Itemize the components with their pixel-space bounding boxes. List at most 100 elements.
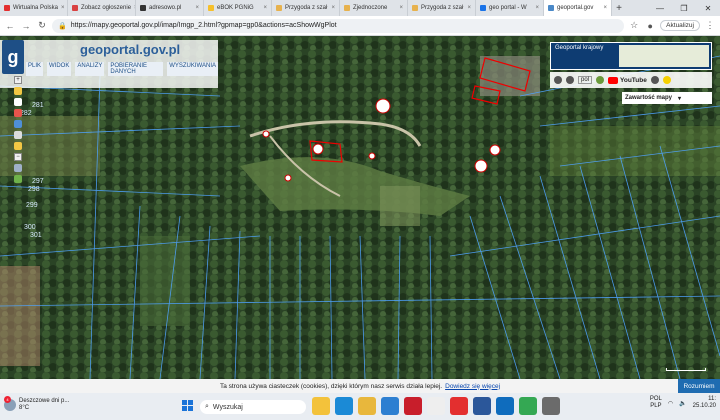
- profile-icon[interactable]: ●: [644, 20, 656, 32]
- geoportal-menu: PLIK WIDOK ANALIZY POBIERANIE DANYCH WYS…: [26, 62, 218, 76]
- minimize-icon[interactable]: —: [648, 0, 672, 16]
- word-app-icon[interactable]: [473, 397, 491, 415]
- browser-tab[interactable]: Wirtualna Polska ×: [0, 0, 68, 16]
- browser-tab[interactable]: geo portal - W ×: [476, 0, 544, 16]
- parcel-number: 300: [24, 224, 36, 231]
- forward-icon[interactable]: →: [20, 20, 32, 32]
- taskbar-search[interactable]: ⌕ Wyszukaj: [200, 400, 306, 414]
- geoportal-header: g geoportal.gov.pl PLIK WIDOK ANALIZY PO…: [0, 40, 218, 88]
- zoom-out-button[interactable]: −: [14, 153, 22, 161]
- more-icon[interactable]: ⋮: [704, 20, 716, 32]
- favicon-icon: [72, 5, 78, 11]
- outlook-icon[interactable]: [496, 397, 514, 415]
- url-field[interactable]: 🔒 https://mapy.geoportal.gov.pl/imap/Img…: [52, 18, 625, 33]
- star-icon[interactable]: ☆: [628, 20, 640, 32]
- eye-icon[interactable]: [662, 76, 671, 84]
- favicon-icon: [4, 5, 10, 11]
- menu-widok[interactable]: WIDOK: [47, 62, 72, 76]
- help-icon[interactable]: [650, 76, 659, 84]
- browser-tab[interactable]: Przygoda z szał ×: [272, 0, 340, 16]
- settings-icon[interactable]: [542, 397, 560, 415]
- pan-icon[interactable]: [14, 87, 22, 95]
- cookie-accept-button[interactable]: Rozumiem: [678, 379, 720, 393]
- zoom-in-button[interactable]: +: [14, 76, 22, 84]
- maximize-icon[interactable]: ❐: [672, 0, 696, 16]
- close-icon[interactable]: ×: [467, 5, 471, 11]
- krajowy-title: Geoportal krajowy: [555, 45, 604, 51]
- measure-icon[interactable]: [14, 109, 22, 117]
- scale-bar: [666, 368, 706, 371]
- close-icon[interactable]: ×: [331, 5, 335, 11]
- favicon-icon: [276, 5, 282, 11]
- browser-tab[interactable]: adresowo.pl ×: [136, 0, 204, 16]
- clock[interactable]: 11: 25.10.20: [693, 396, 716, 410]
- menu-plik[interactable]: PLIK: [26, 62, 44, 76]
- parcel-number: 301: [30, 232, 42, 239]
- geoportal-logo-icon: g: [2, 40, 24, 74]
- favicon-icon: [548, 5, 554, 11]
- close-icon[interactable]: ×: [603, 5, 607, 11]
- cookie-link[interactable]: Dowiedz się więcej: [445, 383, 500, 390]
- word-icon[interactable]: [427, 397, 445, 415]
- wifi-icon[interactable]: ◠: [668, 400, 673, 407]
- update-button[interactable]: Aktualizuj: [660, 20, 700, 31]
- map-toolbar: + −: [14, 76, 24, 183]
- browser-tab[interactable]: Zobacz ogłoszenie×: [68, 0, 136, 16]
- back-icon[interactable]: ←: [4, 20, 16, 32]
- close-icon[interactable]: ×: [61, 5, 65, 11]
- map-view[interactable]: 281 282 297 298 299 300 301 g geoportal.…: [0, 36, 720, 379]
- area-icon[interactable]: [14, 120, 22, 128]
- map-content-button[interactable]: Zawartość mapy ▾: [622, 92, 712, 104]
- close-icon[interactable]: ×: [535, 5, 539, 11]
- home-icon[interactable]: [14, 142, 22, 150]
- menu-wyszukiwania[interactable]: WYSZUKIWANIA: [167, 62, 218, 76]
- files-icon[interactable]: [312, 397, 330, 415]
- weather-temp: 8°C: [19, 405, 30, 411]
- favicon-icon: [140, 5, 146, 11]
- parcel-number: 298: [28, 186, 40, 193]
- favicon-icon: [412, 5, 418, 11]
- store-icon[interactable]: [381, 397, 399, 415]
- settings-icon[interactable]: [596, 76, 605, 84]
- window-controls: — ❐ ✕: [648, 0, 720, 16]
- parcel-number: 281: [32, 102, 44, 109]
- search-map-icon[interactable]: [14, 164, 22, 172]
- wp-icon[interactable]: [450, 397, 468, 415]
- address-bar: ← → ↻ 🔒 https://mapy.geoportal.gov.pl/im…: [0, 16, 720, 36]
- geoportal-logo-text: geoportal.gov.pl: [80, 42, 181, 57]
- info-icon[interactable]: [14, 98, 22, 106]
- browser-tab-strip: Wirtualna Polska× Zobacz ogłoszenie× adr…: [0, 0, 720, 16]
- scale-bar-line: [666, 368, 706, 371]
- youtube-link[interactable]: YouTube: [608, 76, 647, 84]
- overview-map[interactable]: [619, 45, 709, 67]
- close-window-icon[interactable]: ✕: [696, 0, 720, 16]
- browser-tab-active[interactable]: geoportal.gov ×: [544, 0, 612, 16]
- language-select[interactable]: pol: [578, 76, 593, 84]
- new-tab-button[interactable]: +: [612, 3, 626, 14]
- edge-icon[interactable]: [335, 397, 353, 415]
- menu-pobieranie[interactable]: POBIERANIE DANYCH: [108, 62, 164, 76]
- close-icon[interactable]: ×: [195, 5, 199, 11]
- browser-tab[interactable]: Przygoda z szał ×: [408, 0, 476, 16]
- input-language[interactable]: POL PLP: [650, 396, 662, 410]
- close-icon[interactable]: ×: [399, 5, 403, 11]
- print-icon[interactable]: [14, 131, 22, 139]
- mcafee-icon[interactable]: [404, 397, 422, 415]
- share-icon[interactable]: [554, 76, 562, 84]
- krajowy-panel[interactable]: Geoportal krajowy: [550, 42, 712, 70]
- start-button[interactable]: [182, 400, 194, 412]
- favicon-icon: [344, 5, 350, 11]
- menu-analizy[interactable]: ANALIZY: [75, 62, 105, 76]
- close-icon[interactable]: ×: [263, 5, 267, 11]
- explorer-icon[interactable]: [358, 397, 376, 415]
- reload-icon[interactable]: ↻: [36, 20, 48, 32]
- volume-icon[interactable]: 🔈: [679, 400, 686, 407]
- layers-icon[interactable]: [14, 175, 22, 183]
- browser-tab[interactable]: eBOK PGNiG ×: [204, 0, 272, 16]
- youtube-icon: [608, 76, 619, 84]
- weather-widget[interactable]: 4 Deszczowe dni p... 8°C: [4, 396, 70, 412]
- browser-tab[interactable]: Zjednoczone ×: [340, 0, 408, 16]
- weather-title: Deszczowe dni p...: [19, 398, 70, 404]
- chrome-icon[interactable]: [519, 397, 537, 415]
- print-icon[interactable]: [566, 76, 574, 84]
